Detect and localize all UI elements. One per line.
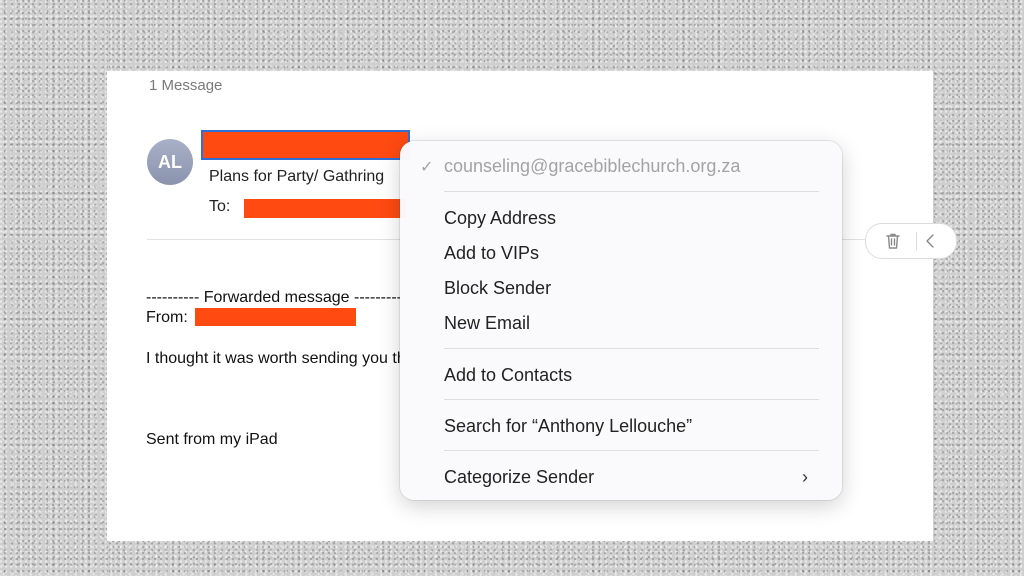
to-label: To: [209, 198, 231, 215]
from-redacted [195, 308, 356, 326]
body-line: I thought it was worth sending you this [146, 350, 401, 367]
menu-separator [444, 191, 819, 192]
reply-icon[interactable] [924, 232, 942, 250]
menu-item-copy-address[interactable]: Copy Address [444, 208, 556, 229]
recipient-redacted[interactable] [244, 199, 406, 218]
trash-icon[interactable] [884, 232, 902, 250]
from-label: From: [146, 309, 188, 326]
chevron-right-icon: › [802, 467, 808, 487]
menu-separator [444, 348, 819, 349]
menu-sender-email: counseling@gracebiblechurch.org.za [444, 156, 741, 176]
menu-item-block-sender[interactable]: Block Sender [444, 278, 551, 299]
email-subject: Plans for Party/ Gathring [209, 168, 385, 185]
forwarded-header: ---------- Forwarded message --------- [146, 289, 402, 306]
menu-separator [444, 450, 819, 451]
sender-context-menu: ✓ counseling@gracebiblechurch.org.za Cop… [400, 141, 842, 500]
menu-item-add-to-contacts[interactable]: Add to Contacts [444, 365, 572, 386]
toolbar-divider [916, 232, 917, 250]
sender-name-redacted[interactable] [201, 130, 410, 160]
avatar[interactable]: AL [147, 139, 193, 185]
menu-item-categorize-sender[interactable]: Categorize Sender [444, 467, 594, 488]
avatar-initials: AL [158, 151, 182, 172]
menu-item-add-to-vips[interactable]: Add to VIPs [444, 243, 539, 264]
menu-separator [444, 399, 819, 400]
menu-item-new-email[interactable]: New Email [444, 313, 530, 334]
menu-item-search-sender[interactable]: Search for “Anthony Lellouche” [444, 416, 692, 437]
message-toolbar [865, 223, 957, 259]
message-count: 1 Message [149, 77, 223, 94]
signature: Sent from my iPad [146, 431, 278, 448]
checkmark-icon: ✓ [420, 159, 434, 176]
